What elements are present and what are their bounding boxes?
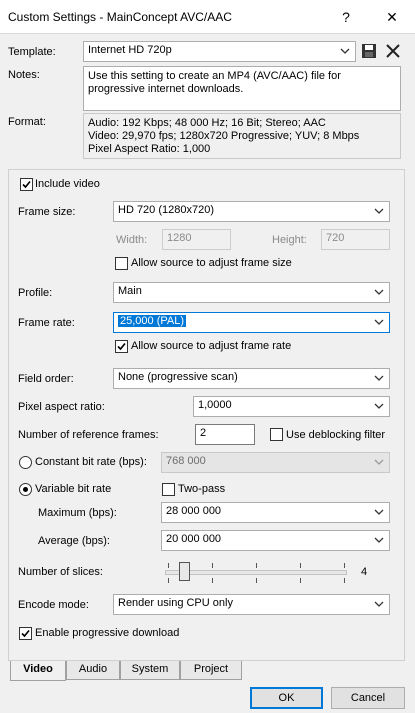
reference-frames-input[interactable]: 2 (195, 424, 255, 445)
maximum-value: 28 000 000 (166, 505, 222, 517)
slider-tick (212, 563, 213, 568)
tab-project[interactable]: Project (180, 661, 242, 680)
chevron-down-icon (374, 399, 384, 413)
slices-label: Number of slices: (18, 566, 103, 578)
constant-bit-rate-value: 768 000 (166, 455, 206, 467)
notes-field[interactable]: Use this setting to create an MP4 (AVC/A… (83, 66, 401, 111)
notes-text: Use this setting to create an MP4 (AVC/A… (88, 70, 341, 95)
profile-value: Main (118, 285, 142, 297)
slider-tick (344, 563, 345, 568)
profile-select[interactable]: Main (113, 282, 390, 303)
slices-slider-track[interactable] (165, 570, 347, 575)
chevron-down-icon (374, 204, 384, 218)
slider-tick (256, 563, 257, 568)
deblocking-checkbox[interactable] (270, 428, 283, 441)
encode-mode-select[interactable]: Render using CPU only (113, 594, 390, 615)
slider-tick (344, 578, 345, 583)
maximum-label: Maximum (bps): (38, 507, 117, 519)
height-input[interactable]: 720 (321, 229, 390, 250)
maximum-select[interactable]: 28 000 000 (161, 502, 390, 523)
chevron-down-icon (374, 455, 384, 469)
slider-tick (300, 563, 301, 568)
average-value: 20 000 000 (166, 533, 222, 545)
encode-mode-label: Encode mode: (18, 599, 89, 611)
chevron-down-icon (374, 505, 384, 519)
save-icon[interactable] (361, 43, 377, 59)
average-label: Average (bps): (38, 535, 110, 547)
deblocking-label: Use deblocking filter (286, 429, 386, 441)
close-button[interactable]: ✕ (369, 0, 415, 34)
delete-icon[interactable] (385, 43, 401, 59)
constant-bit-rate-select[interactable]: 768 000 (161, 452, 390, 473)
slider-tick (212, 578, 213, 583)
frame-rate-label: Frame rate: (18, 317, 75, 329)
reference-frames-label: Number of reference frames: (18, 429, 159, 441)
progressive-download-label: Enable progressive download (35, 627, 180, 639)
height-label: Height: (272, 234, 307, 246)
pixel-aspect-ratio-select[interactable]: 1,0000 (193, 396, 390, 417)
allow-adjust-frame-rate-checkbox[interactable] (115, 340, 128, 353)
allow-adjust-frame-size-checkbox[interactable] (115, 257, 128, 270)
slider-tick (168, 578, 169, 583)
field-order-label: Field order: (18, 373, 74, 385)
pixel-aspect-ratio-value: 1,0000 (198, 399, 232, 411)
chevron-down-icon (374, 533, 384, 547)
window-title: Custom Settings - MainConcept AVC/AAC (8, 10, 232, 24)
include-video-checkbox[interactable] (20, 178, 33, 191)
title-bar: Custom Settings - MainConcept AVC/AAC ? … (0, 0, 415, 34)
chevron-down-icon (374, 371, 384, 385)
format-line: Audio: 192 Kbps; 48 000 Hz; 16 Bit; Ster… (88, 117, 326, 129)
help-button[interactable]: ? (323, 0, 369, 34)
slider-tick (300, 578, 301, 583)
slices-slider-thumb[interactable] (179, 562, 190, 581)
pixel-aspect-ratio-label: Pixel aspect ratio: (18, 401, 105, 413)
format-field: Audio: 192 Kbps; 48 000 Hz; 16 Bit; Ster… (83, 113, 401, 159)
variable-bit-rate-label: Variable bit rate (35, 483, 112, 495)
width-label: Width: (116, 234, 148, 246)
include-video-label: Include video (35, 178, 100, 190)
encode-mode-value: Render using CPU only (118, 597, 233, 609)
format-label: Format: (8, 116, 46, 128)
chevron-down-icon (340, 44, 350, 58)
allow-adjust-frame-rate-label: Allow source to adjust frame rate (131, 340, 292, 352)
frame-rate-select[interactable]: 25,000 (PAL) (113, 312, 390, 333)
width-input[interactable]: 1280 (162, 229, 231, 250)
two-pass-checkbox[interactable] (162, 483, 175, 496)
template-select[interactable]: Internet HD 720p (83, 41, 356, 62)
frame-rate-value: 25,000 (PAL) (118, 315, 187, 327)
template-label: Template: (8, 46, 56, 58)
slider-tick (256, 578, 257, 583)
format-line: Video: 29,970 fps; 1280x720 Progressive;… (88, 130, 360, 142)
format-line: Pixel Aspect Ratio: 1,000 (88, 143, 211, 155)
tab-video[interactable]: Video (10, 661, 66, 681)
field-order-value: None (progressive scan) (118, 371, 238, 383)
slices-value: 4 (361, 566, 368, 578)
constant-bit-rate-radio[interactable] (19, 456, 32, 469)
chevron-down-icon (374, 315, 384, 329)
field-order-select[interactable]: None (progressive scan) (113, 368, 390, 389)
template-value: Internet HD 720p (88, 44, 172, 56)
notes-label: Notes: (8, 69, 40, 81)
average-select[interactable]: 20 000 000 (161, 530, 390, 551)
slider-tick (168, 563, 169, 568)
two-pass-label: Two-pass (178, 483, 226, 495)
frame-size-value: HD 720 (1280x720) (118, 204, 215, 216)
tab-bar: Video Audio System Project (8, 661, 405, 681)
progressive-download-checkbox[interactable] (19, 627, 32, 640)
chevron-down-icon (374, 597, 384, 611)
ok-button[interactable]: OK (250, 687, 323, 709)
allow-adjust-frame-size-label: Allow source to adjust frame size (131, 257, 292, 269)
tab-audio[interactable]: Audio (66, 661, 120, 680)
variable-bit-rate-radio[interactable] (19, 483, 32, 496)
constant-bit-rate-label: Constant bit rate (bps): (35, 456, 147, 468)
frame-size-select[interactable]: HD 720 (1280x720) (113, 201, 390, 222)
chevron-down-icon (374, 285, 384, 299)
frame-size-label: Frame size: (18, 206, 76, 218)
profile-label: Profile: (18, 287, 53, 299)
cancel-button[interactable]: Cancel (331, 687, 405, 709)
tab-system[interactable]: System (120, 661, 180, 680)
